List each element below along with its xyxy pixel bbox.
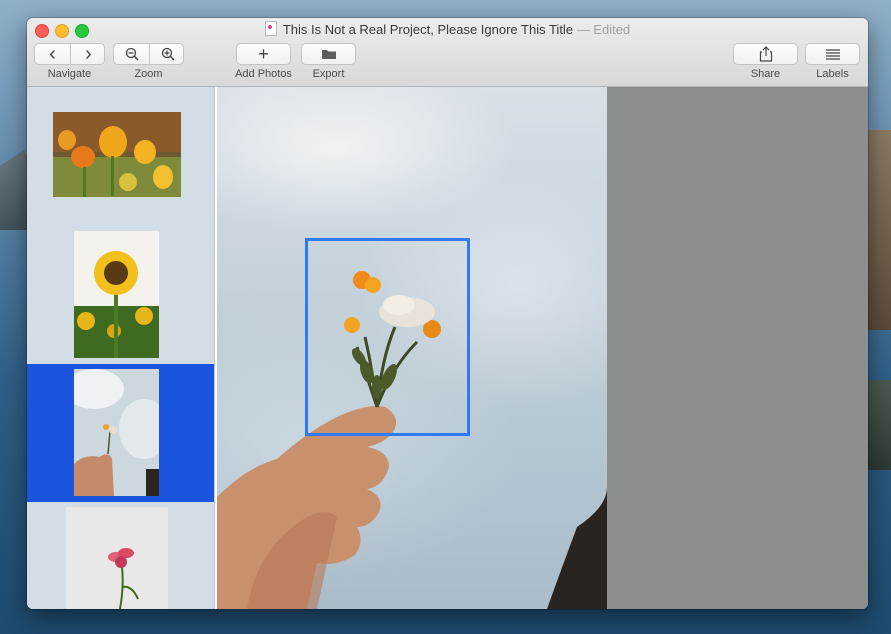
zoom-out-button[interactable] — [114, 44, 149, 64]
titlebar: This Is Not a Real Project, Please Ignor… — [27, 18, 868, 87]
thumbnail-slot-pink-flower[interactable] — [27, 502, 214, 609]
zoom-in-icon — [161, 47, 175, 61]
thumbnail-slot-hand-with-flowers[interactable] — [27, 364, 214, 502]
thumbnail-slot-tulips[interactable] — [27, 87, 214, 227]
export-label: Export — [312, 68, 345, 80]
forward-button[interactable]: › — [71, 44, 106, 64]
zoom-in-button[interactable] — [150, 44, 185, 64]
zoom-out-icon — [125, 47, 139, 61]
labels-label: Labels — [816, 68, 849, 80]
document-icon — [264, 21, 277, 36]
zoom-segmented-control — [113, 43, 184, 65]
add-photos-label: Add Photos — [235, 68, 292, 80]
tulips-thumbnail — [53, 112, 181, 197]
labels-button[interactable] — [805, 43, 860, 65]
editor-canvas — [217, 87, 868, 609]
navigate-label: Navigate — [47, 68, 92, 80]
share-label: Share — [750, 68, 781, 80]
share-button[interactable] — [733, 43, 798, 65]
export-button[interactable] — [301, 43, 356, 65]
plus-icon: + — [258, 43, 269, 64]
window-title: This Is Not a Real Project, Please Ignor… — [282, 22, 574, 37]
list-icon — [825, 49, 840, 60]
zoom-label: Zoom — [134, 68, 163, 80]
crop-selection-box[interactable] — [305, 238, 470, 436]
folder-icon — [321, 50, 336, 59]
pink-flower-thumbnail — [66, 507, 168, 609]
thumbnail-slot-sunflower[interactable] — [27, 227, 214, 364]
main-photo — [217, 87, 607, 609]
hand-with-flowers-thumbnail — [64, 369, 169, 496]
back-button[interactable]: ‹ — [35, 44, 70, 64]
sunflower-thumbnail — [74, 231, 159, 358]
window-title-area: This Is Not a Real Project, Please Ignor… — [27, 21, 868, 37]
app-window: This Is Not a Real Project, Please Ignor… — [27, 18, 868, 609]
add-photos-button[interactable]: + — [236, 43, 291, 65]
navigate-segmented-control: ‹ › — [34, 43, 105, 65]
photo-sidebar — [27, 87, 215, 609]
share-icon — [759, 46, 772, 62]
edited-indicator: — Edited — [576, 22, 631, 37]
